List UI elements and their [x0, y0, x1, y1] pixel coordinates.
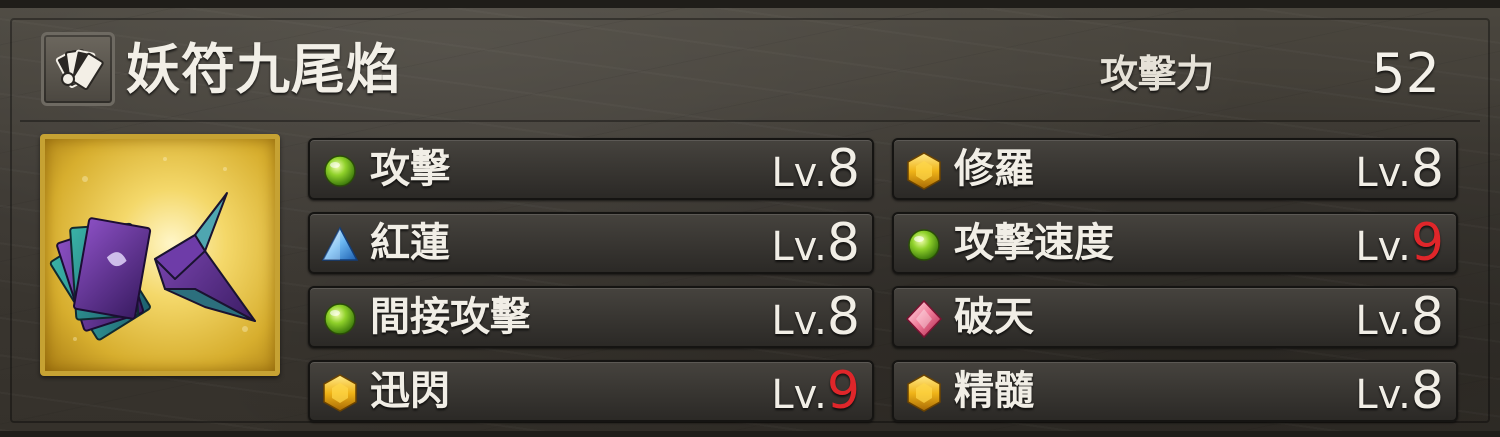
skill-name: 攻擊速度 — [954, 220, 1114, 266]
skill-level: Lv.9 — [771, 361, 860, 421]
skill-name: 間接攻擊 — [370, 294, 530, 340]
gold-hexagon-icon — [907, 152, 941, 190]
skill-name: 精髓 — [954, 368, 1034, 414]
skill-level: Lv.8 — [1355, 287, 1444, 347]
skill-name: 迅閃 — [370, 368, 450, 414]
header-divider — [20, 120, 1480, 122]
skill-name: 攻擊 — [370, 146, 450, 192]
talisman-cards-icon — [41, 32, 115, 106]
green-orb-icon — [324, 303, 356, 335]
skill-row: 攻擊速度 Lv.9 — [892, 212, 1458, 274]
skill-level: Lv.8 — [771, 139, 860, 199]
skill-row: 破天 Lv.8 — [892, 286, 1458, 348]
skill-row: 紅蓮 Lv.8 — [308, 212, 874, 274]
skill-row: 攻擊 Lv.8 — [308, 138, 874, 200]
skill-row: 修羅 Lv.8 — [892, 138, 1458, 200]
paper-crane-talisman-icon — [49, 157, 256, 341]
attack-power-label: 攻擊力 — [1100, 52, 1215, 96]
skill-level: Lv.8 — [771, 213, 860, 273]
blue-pyramid-icon — [321, 226, 359, 261]
skill-level: Lv.8 — [1355, 361, 1444, 421]
pink-diamond-icon — [905, 299, 943, 339]
skill-level: Lv.8 — [1355, 139, 1444, 199]
skill-name: 破天 — [954, 294, 1034, 340]
skill-row: 迅閃 Lv.9 — [308, 360, 874, 422]
skill-name: 修羅 — [954, 146, 1034, 192]
item-image — [40, 134, 280, 376]
equipment-panel: 妖符九尾焰 攻擊力 52 攻擊 Lv.8 修羅 Lv.8 紅蓮 Lv.8 攻擊速… — [0, 0, 1500, 437]
skill-level: Lv.9 — [1355, 213, 1444, 273]
attack-power-value: 52 — [1371, 42, 1440, 105]
skill-row: 精髓 Lv.8 — [892, 360, 1458, 422]
gold-hexagon-icon — [323, 374, 357, 412]
green-orb-icon — [324, 155, 356, 187]
skill-row: 間接攻擊 Lv.8 — [308, 286, 874, 348]
skill-level: Lv.8 — [771, 287, 860, 347]
gold-hexagon-icon — [907, 374, 941, 412]
skill-name: 紅蓮 — [370, 220, 450, 266]
green-orb-icon — [908, 229, 940, 261]
item-name: 妖符九尾焰 — [126, 38, 401, 101]
